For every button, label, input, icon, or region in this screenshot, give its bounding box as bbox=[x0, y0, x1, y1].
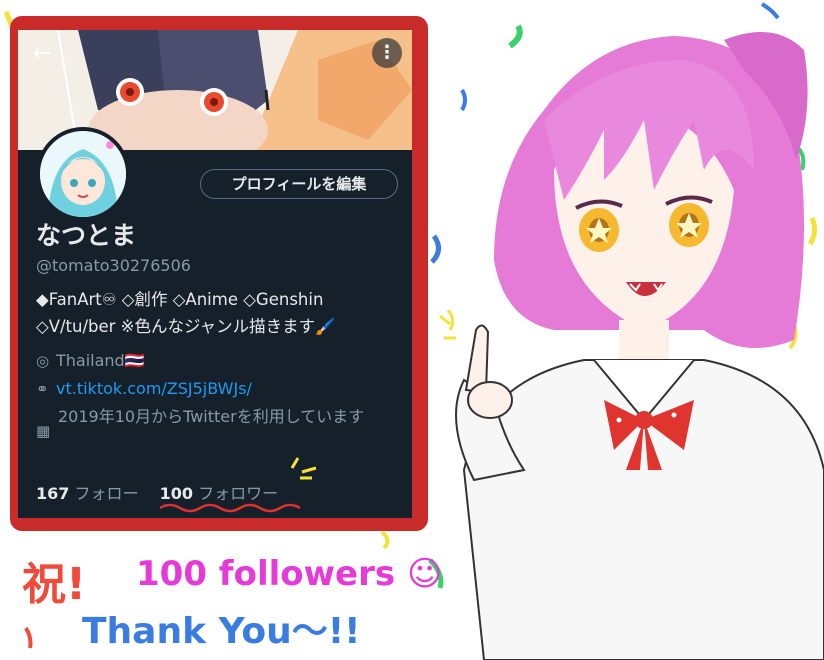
back-arrow-icon[interactable]: ← bbox=[28, 40, 56, 68]
following-link[interactable]: 167 フォロー bbox=[36, 480, 139, 504]
following-count: 167 bbox=[36, 484, 70, 503]
follow-stats: 167 フォロー 100 フォロワー bbox=[36, 480, 294, 504]
profile-screen: ← ⋮ プロフィールを編集 なつとま @tomato30276506 ◆FanA… bbox=[18, 30, 412, 518]
more-options-icon[interactable]: ⋮ bbox=[372, 38, 402, 68]
followers-underline bbox=[159, 503, 301, 513]
website-link[interactable]: vt.tiktok.com/ZSJ5jBWJs/ bbox=[56, 379, 252, 398]
bio: ◆FanArt♾ ◇創作 ◇Anime ◇Genshin ◇V/tu/ber ※… bbox=[36, 286, 406, 340]
followers-label: フォロワー bbox=[198, 484, 279, 503]
joined-text: 2019年10月からTwitterを利用しています bbox=[58, 407, 365, 426]
followers-count: 100 bbox=[159, 484, 194, 503]
avatar[interactable] bbox=[36, 127, 130, 221]
display-name: なつとま bbox=[36, 221, 137, 250]
joined-row: ▦ 2019年10月からTwitterを利用しています bbox=[36, 405, 376, 443]
bio-line: ◇V/tu/ber ※色んなジャンル描きます🖌️ bbox=[36, 317, 336, 336]
character-illustration bbox=[439, 32, 824, 660]
website-row: ⚭ vt.tiktok.com/ZSJ5jBWJs/ bbox=[36, 377, 252, 401]
link-icon: ⚭ bbox=[36, 380, 49, 398]
following-label: フォロー bbox=[74, 484, 139, 503]
caption-followers: 100 followers ☺ bbox=[136, 554, 443, 594]
location-pin-icon: ◎ bbox=[36, 352, 50, 370]
user-handle: @tomato30276506 bbox=[36, 256, 191, 275]
caption-celebrate: 祝! bbox=[22, 559, 87, 610]
location-row: ◎ Thailand🇹🇭 bbox=[36, 349, 145, 373]
edit-profile-button[interactable]: プロフィールを編集 bbox=[200, 169, 398, 199]
followers-link[interactable]: 100 フォロワー bbox=[160, 480, 279, 504]
location-text: Thailand🇹🇭 bbox=[56, 351, 145, 370]
sparkle-marks bbox=[290, 457, 317, 480]
calendar-icon: ▦ bbox=[36, 422, 51, 440]
bio-line: ◆FanArt♾ ◇創作 ◇Anime ◇Genshin bbox=[36, 290, 324, 309]
caption-thank-you: Thank You～!! bbox=[82, 611, 361, 652]
